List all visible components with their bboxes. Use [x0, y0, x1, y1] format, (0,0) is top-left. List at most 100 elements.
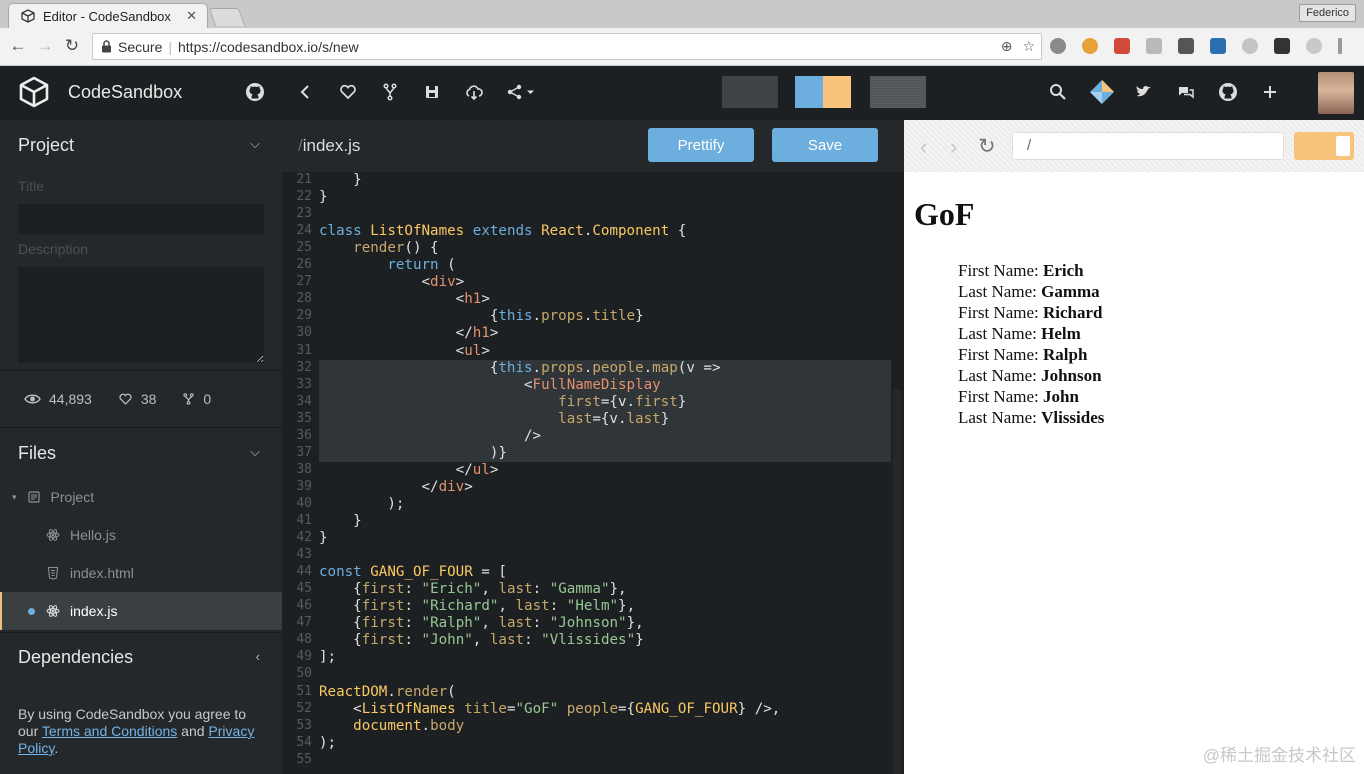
line-number: 48	[296, 632, 312, 648]
code-line: const GANG_OF_FOUR = [	[319, 564, 507, 581]
file-index-js[interactable]: index.js	[0, 592, 282, 630]
preview-list-item: Last Name: Johnson	[958, 365, 1104, 386]
back-icon[interactable]: ←	[8, 36, 28, 56]
preview-back-icon[interactable]: ‹	[920, 134, 927, 160]
line-number: 44	[296, 564, 312, 580]
download-cloud-icon[interactable]	[464, 82, 484, 102]
code-line: {first: "Richard", last: "Helm"},	[319, 598, 636, 615]
layout-editor-only-button[interactable]	[722, 76, 778, 108]
browser-menu-icon[interactable]	[1338, 38, 1342, 54]
extension-gear-icon[interactable]	[1050, 38, 1066, 54]
extension-react-devtools-icon[interactable]	[1210, 38, 1226, 54]
share-icon[interactable]	[506, 82, 540, 102]
preview-toggle[interactable]	[1294, 132, 1354, 160]
extension-o-icon[interactable]	[1082, 38, 1098, 54]
file-index-html[interactable]: index.html	[0, 554, 282, 592]
preview-item-value: Helm	[1041, 324, 1081, 343]
layout-preview-only-button[interactable]	[870, 76, 926, 108]
back-icon[interactable]	[296, 82, 316, 102]
terms-link[interactable]: Terms and Conditions	[42, 723, 177, 739]
preview-refresh-icon[interactable]: ↻	[978, 134, 996, 159]
title-input[interactable]	[18, 204, 264, 234]
preview-item-value: Ralph	[1043, 345, 1088, 364]
file-hello-js[interactable]: Hello.js	[0, 516, 282, 554]
project-section-header[interactable]: Project ⌵	[0, 120, 282, 170]
preview-forward-icon[interactable]: ›	[950, 134, 957, 160]
layout-split-button[interactable]	[795, 76, 851, 108]
extension-reload-icon[interactable]	[1306, 38, 1322, 54]
code-line: ];	[319, 649, 337, 666]
search-icon[interactable]	[1048, 82, 1068, 102]
file-name: index.html	[70, 565, 134, 581]
code-line: </div>	[319, 478, 473, 495]
browser-tab[interactable]: Editor - CodeSandbox ✕	[8, 3, 208, 28]
description-input[interactable]	[18, 267, 264, 363]
zoom-icon[interactable]: ⊕	[1001, 38, 1013, 55]
preview-address-input[interactable]: /	[1012, 132, 1284, 160]
code-line: )}	[319, 444, 507, 461]
lock-icon	[102, 40, 111, 53]
github-icon[interactable]	[245, 82, 265, 102]
folder-icon	[27, 491, 40, 503]
user-avatar[interactable]	[1318, 72, 1354, 114]
reload-icon[interactable]: ↻	[62, 36, 82, 56]
preview-list-item: First Name: John	[958, 386, 1104, 407]
prettify-button[interactable]: Prettify	[648, 128, 754, 162]
code-line: <ul>	[319, 342, 490, 359]
line-number: 32	[296, 359, 312, 375]
extension-dim-icon[interactable]	[1242, 38, 1258, 54]
files-label: Files	[18, 442, 57, 463]
explore-diamond-icon[interactable]	[1088, 78, 1116, 106]
close-tab-icon[interactable]: ✕	[186, 8, 197, 24]
save-icon[interactable]	[422, 82, 442, 102]
extension-cors-icon[interactable]	[1274, 38, 1290, 54]
code-line: last={v.last}	[558, 410, 670, 427]
line-number: 42	[296, 530, 312, 546]
chevron-down-icon: ⌵	[250, 136, 260, 151]
line-number: 49	[296, 649, 312, 665]
legal-suffix: .	[54, 740, 59, 756]
line-number: 55	[296, 751, 312, 767]
code-line: }	[319, 189, 328, 206]
github-icon[interactable]	[1218, 82, 1238, 102]
profile-button[interactable]: Federico	[1299, 4, 1356, 22]
code-area[interactable]: 21 } 22} 23 24 class ListOfNames extends Rea…	[282, 172, 904, 774]
chevron-down-icon: ⌵	[250, 444, 260, 459]
sidebar: Project ⌵ Title Description 44,893 38 0 …	[0, 120, 282, 774]
dependencies-section-header[interactable]: Dependencies ‹	[0, 632, 282, 682]
preview-item-label: Last Name:	[958, 282, 1042, 301]
codesandbox-logo-icon[interactable]	[18, 76, 50, 108]
react-icon	[46, 605, 60, 617]
save-button[interactable]: Save	[772, 128, 878, 162]
twitter-icon[interactable]	[1134, 82, 1154, 102]
file-tree-project[interactable]: ▾ Project	[0, 478, 282, 516]
chat-icon[interactable]	[1176, 82, 1196, 102]
fork-icon	[183, 393, 195, 405]
preview-panel: ‹ › ↻ / GoF First Name: Erich Last Name: …	[904, 120, 1364, 774]
files-section-header[interactable]: Files ⌵	[0, 428, 282, 478]
line-number: 50	[296, 666, 312, 682]
preview-item-value: Vlissides	[1041, 408, 1105, 427]
bookmark-star-icon[interactable]: ☆	[1022, 38, 1035, 55]
forward-icon[interactable]: →	[35, 36, 55, 56]
preview-item-label: Last Name:	[958, 408, 1042, 427]
extension-gmail-icon[interactable]	[1114, 38, 1130, 54]
new-sandbox-plus-icon[interactable]	[1260, 82, 1280, 102]
preview-item-value: Richard	[1043, 303, 1103, 322]
new-tab-button[interactable]	[208, 8, 246, 26]
fork-icon[interactable]	[380, 82, 400, 102]
line-number: 29	[296, 308, 312, 324]
editor-scrollbar[interactable]	[893, 390, 901, 774]
preview-item-value: Johnson	[1041, 366, 1102, 385]
preview-list-item: First Name: Erich	[958, 260, 1104, 281]
extension-square-icon[interactable]	[1178, 38, 1194, 54]
legal-notice: By using CodeSandbox you agree to our Te…	[18, 706, 270, 757]
address-bar[interactable]: Secure | https://codesandbox.io/s/new ⊕ …	[92, 33, 1042, 60]
heart-icon[interactable]	[338, 82, 358, 102]
extension-dropbox-icon[interactable]	[1146, 38, 1162, 54]
code-line: <ListOfNames title="GoF" people={GANG_OF…	[319, 700, 781, 717]
line-number: 52	[296, 700, 312, 716]
description-label: Description	[18, 241, 89, 257]
views-count: 44,893	[49, 391, 92, 407]
url-separator: |	[168, 38, 172, 55]
